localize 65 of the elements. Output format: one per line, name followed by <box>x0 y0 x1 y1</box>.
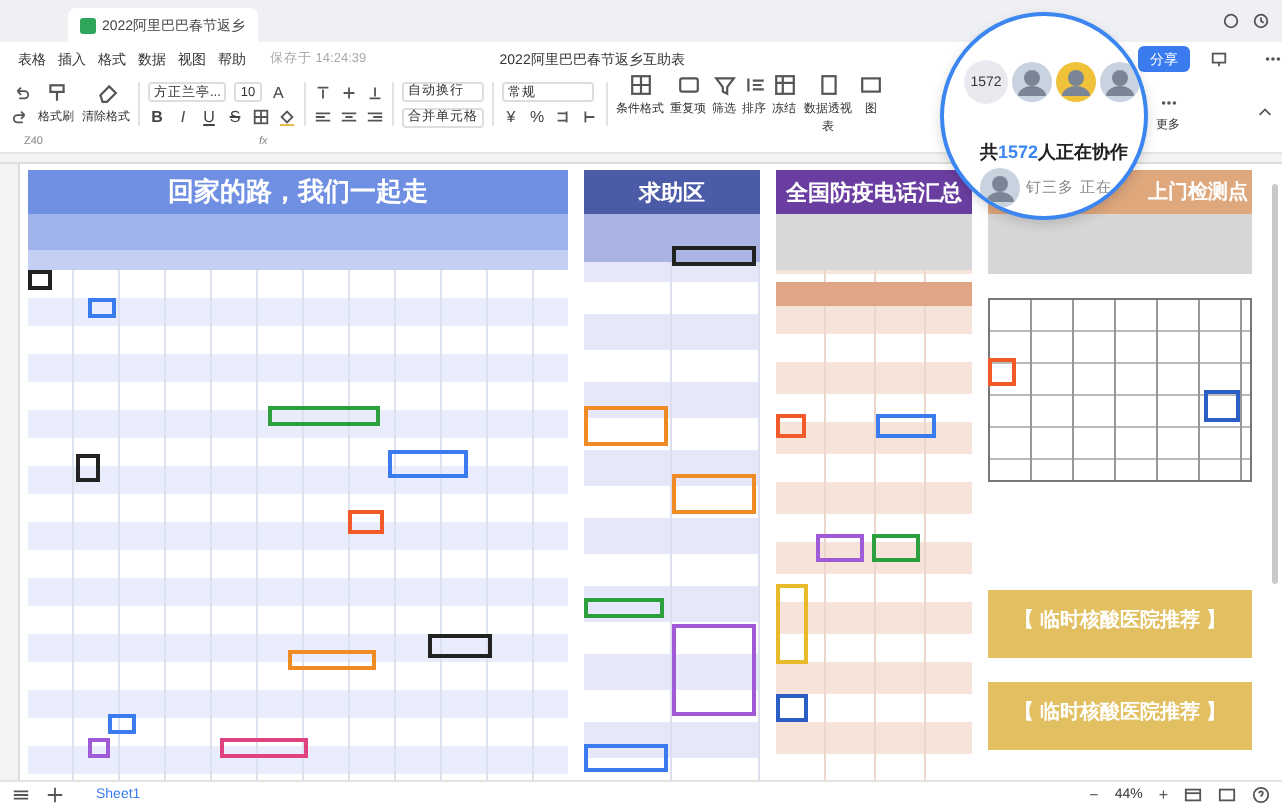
paintbrush-icon <box>45 82 67 104</box>
highlight-frame <box>988 358 1016 386</box>
highlight-frame <box>672 624 756 716</box>
text-color-button[interactable]: A <box>269 83 288 101</box>
layout-icon[interactable] <box>1184 786 1202 804</box>
section-title: 求助区 <box>584 170 760 214</box>
sort-icon <box>743 73 765 95</box>
align-middle-icon[interactable] <box>340 83 358 101</box>
redo-icon[interactable] <box>12 107 30 125</box>
highlight-frame <box>428 634 492 658</box>
align-right-icon[interactable] <box>366 107 384 125</box>
scrollbar[interactable] <box>1272 184 1278 584</box>
highlight-frame <box>584 744 668 772</box>
number-format-button[interactable]: ¥ <box>502 108 520 126</box>
highlight-frame <box>876 414 936 438</box>
add-icon[interactable] <box>46 786 64 804</box>
spreadsheet-icon <box>80 17 96 33</box>
collaborators-text: 共1572人正在协作 <box>980 140 1129 166</box>
align-center-icon[interactable] <box>340 107 358 125</box>
section-title: 回家的路，我们一起走 <box>28 170 568 214</box>
highlight-frame <box>108 714 136 734</box>
style-button[interactable]: B <box>148 108 166 126</box>
highlight-frame <box>348 510 384 534</box>
highlight-frame <box>388 450 468 478</box>
highlight-frame <box>672 474 756 514</box>
highlight-frame <box>88 298 116 318</box>
highlight-frame <box>268 406 380 426</box>
highlight-frame <box>872 534 920 562</box>
monitor-icon[interactable] <box>1210 50 1228 68</box>
help-icon[interactable] <box>1252 786 1270 804</box>
align-left-icon[interactable] <box>314 107 332 125</box>
menu-icon[interactable] <box>12 786 30 804</box>
highlight-frame <box>776 414 806 438</box>
zoom-in-button[interactable]: + <box>1158 786 1168 804</box>
highlight-frame <box>672 246 756 266</box>
border-icon[interactable] <box>252 108 270 126</box>
highlight-frame <box>288 650 376 670</box>
recommendation-banner: 【 临时核酸医院推荐 】 <box>988 590 1252 658</box>
undo-icon[interactable] <box>12 83 30 101</box>
style-button[interactable]: I <box>174 108 192 126</box>
fill-color-icon[interactable] <box>278 108 296 126</box>
highlight-frame <box>584 598 664 618</box>
number-format-button[interactable]: % <box>528 108 546 126</box>
highlight-frame <box>76 454 100 482</box>
align-bottom-icon[interactable] <box>366 83 384 101</box>
filter-icon <box>713 73 735 95</box>
highlight-frame <box>220 738 308 758</box>
align-top-icon[interactable] <box>314 83 332 101</box>
highlight-frame <box>816 534 864 562</box>
highlight-frame <box>776 694 808 722</box>
style-button[interactable]: S <box>226 108 244 126</box>
zoom-out-button[interactable]: − <box>1089 786 1099 804</box>
avatar-icon <box>980 168 1020 208</box>
highlight-frame <box>584 406 668 446</box>
highlight-frame <box>1204 390 1240 422</box>
eraser-icon <box>95 82 117 104</box>
avatar-icon <box>1100 62 1140 102</box>
style-button[interactable]: U <box>200 108 218 126</box>
recommendation-banner: 【 临时核酸医院推荐 】 <box>988 682 1252 750</box>
highlight-frame <box>28 270 52 290</box>
avatar-icon <box>1056 62 1096 102</box>
avatar-icon <box>1012 62 1052 102</box>
highlight-frame <box>776 584 808 664</box>
history-icon[interactable] <box>1252 12 1270 30</box>
highlight-frame <box>88 738 110 758</box>
